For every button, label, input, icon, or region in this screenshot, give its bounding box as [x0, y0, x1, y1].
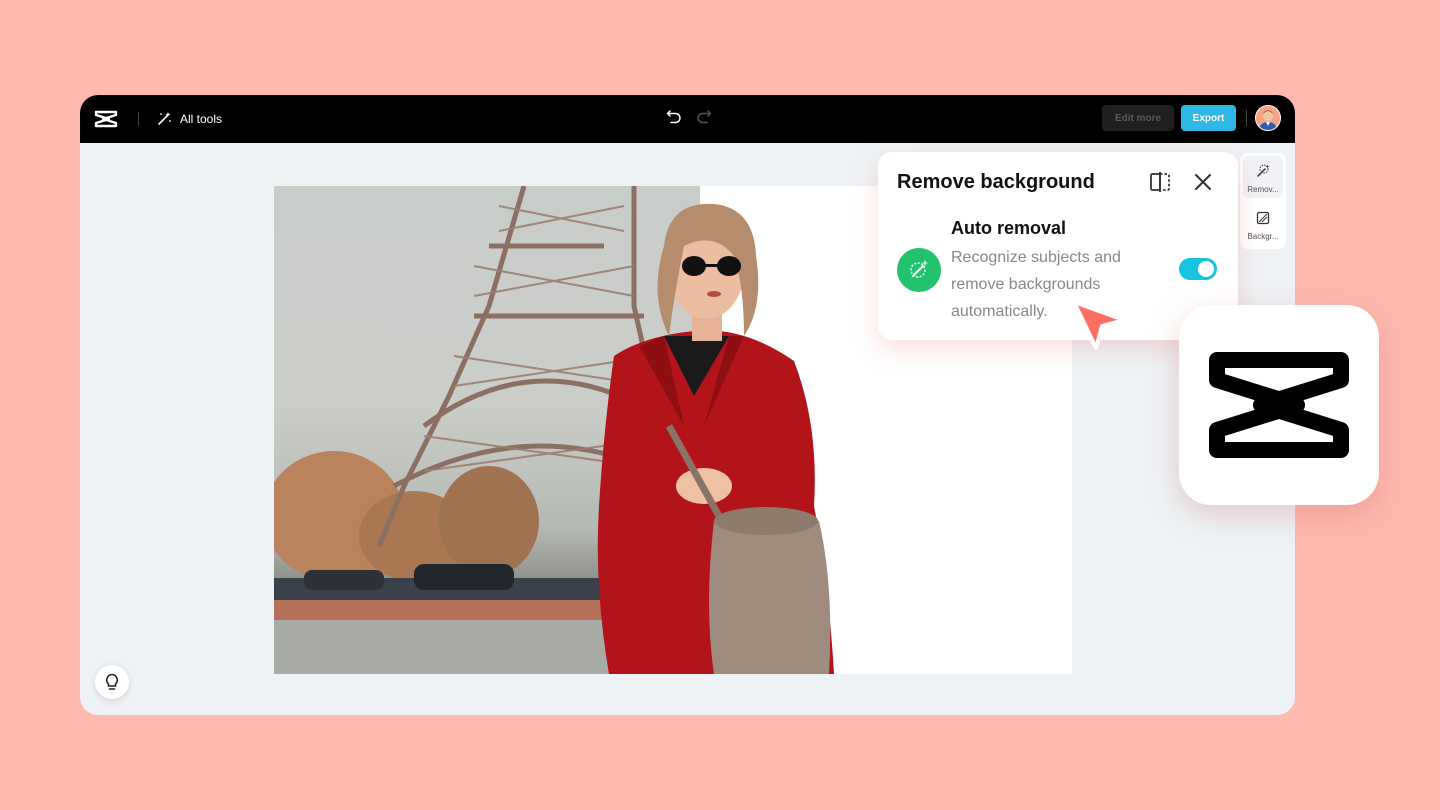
all-tools-label: All tools [180, 112, 223, 126]
magic-wand-icon [158, 112, 171, 125]
all-tools-button[interactable]: All tools [156, 107, 222, 131]
close-icon[interactable] [1192, 171, 1214, 193]
side-tool-remove[interactable]: Remov... [1243, 156, 1283, 198]
capcut-logo-icon [1209, 352, 1349, 458]
redo-button[interactable] [695, 107, 713, 125]
undo-button[interactable] [665, 107, 683, 125]
redo-icon [697, 110, 712, 124]
toggle-knob [1198, 261, 1214, 277]
cursor-arrow-icon [1072, 300, 1126, 350]
edit-more-button[interactable]: Edit more [1102, 105, 1174, 131]
background-icon [1256, 211, 1270, 225]
export-button[interactable]: Export [1181, 105, 1236, 131]
user-avatar[interactable] [1255, 105, 1281, 131]
avatar-icon [1256, 106, 1280, 130]
auto-removal-title: Auto removal [951, 218, 1067, 238]
history-controls [665, 107, 713, 125]
capcut-logo[interactable] [94, 108, 118, 130]
side-tool-background[interactable]: Backgr... [1243, 203, 1283, 245]
magic-eraser-icon [910, 260, 928, 278]
panel-title: Remove background [897, 171, 1095, 193]
side-tool-background-label: Backgr... [1247, 232, 1279, 241]
toolbar-divider [1246, 110, 1247, 126]
undo-icon [666, 110, 681, 124]
toolbar-divider [138, 112, 139, 126]
compare-icon[interactable] [1148, 170, 1172, 194]
auto-removal-toggle[interactable] [1179, 258, 1217, 280]
side-tool-remove-label: Remov... [1247, 185, 1279, 194]
capcut-app-icon [1179, 305, 1379, 505]
lightbulb-icon [106, 673, 118, 690]
tips-button[interactable] [95, 665, 129, 699]
remove-background-panel: Remove background Auto removal Recognize… [878, 152, 1238, 340]
top-toolbar: All tools Edit more Export [80, 95, 1295, 143]
side-tool-panel: Remov... Backgr... [1240, 153, 1286, 249]
auto-removal-icon [897, 248, 941, 292]
remove-bg-icon [1257, 164, 1270, 177]
